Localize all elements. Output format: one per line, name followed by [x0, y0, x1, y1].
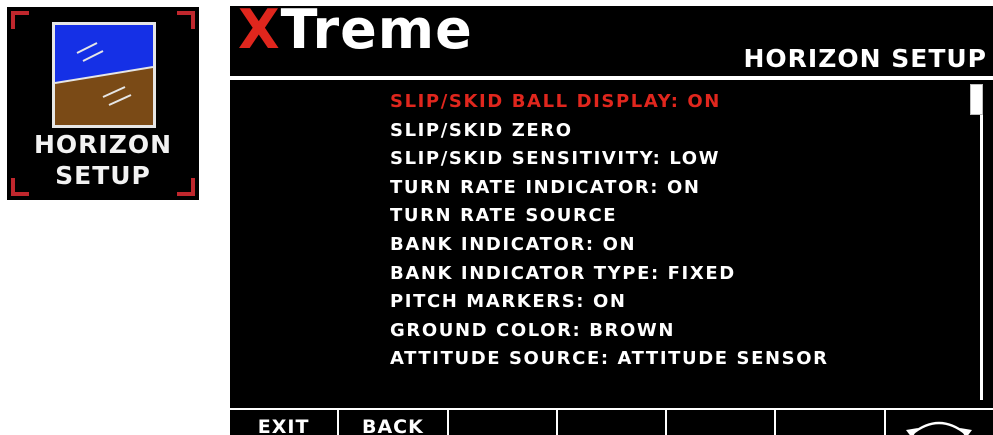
menu-item-slip-skid-zero[interactable]: SLIP/SKID ZERO	[390, 117, 829, 146]
horizon-setup-icon	[52, 22, 156, 128]
brand-logo-x: X	[238, 6, 281, 61]
softkey-6[interactable]	[774, 410, 883, 435]
horizon-setup-tile[interactable]: HORIZON SETUP	[7, 7, 199, 200]
menu-item-turn-rate-indicator[interactable]: TURN RATE INDICATOR: ON	[390, 174, 829, 203]
corner-bracket	[177, 11, 195, 29]
rotary-knob-icon	[906, 421, 973, 435]
softkey-4[interactable]	[555, 410, 665, 435]
menu-item-bank-indicator[interactable]: BANK INDICATOR: ON	[390, 231, 829, 260]
settings-menu: SLIP/SKID BALL DISPLAY: ON SLIP/SKID ZER…	[390, 88, 829, 374]
title-divider	[230, 76, 993, 80]
softkey-back[interactable]: BACK	[337, 410, 446, 435]
menu-item-turn-rate-source[interactable]: TURN RATE SOURCE	[390, 202, 829, 231]
softkey-exit[interactable]: EXIT	[230, 410, 337, 435]
menu-item-pitch-markers[interactable]: PITCH MARKERS: ON	[390, 288, 829, 317]
softkey-rotary[interactable]	[883, 410, 993, 435]
menu-item-ground-color[interactable]: GROUND COLOR: BROWN	[390, 317, 829, 346]
tile-label-line1: HORIZON	[33, 130, 173, 159]
softkey-bar: EXIT BACK	[230, 408, 993, 435]
scrollbar-track[interactable]	[980, 84, 983, 400]
menu-item-attitude-source[interactable]: ATTITUDE SOURCE: ATTITUDE SENSOR	[390, 345, 829, 374]
softkey-5[interactable]	[665, 410, 774, 435]
device-screen: XTreme HORIZON SETUP SLIP/SKID BALL DISP…	[230, 6, 993, 435]
brand-logo-rest: Treme	[280, 6, 473, 61]
menu-item-bank-indicator-type[interactable]: BANK INDICATOR TYPE: FIXED	[390, 260, 829, 289]
menu-item-slip-skid-ball-display[interactable]: SLIP/SKID BALL DISPLAY: ON	[390, 88, 829, 117]
scrollbar-thumb[interactable]	[970, 84, 983, 115]
corner-bracket	[11, 11, 29, 29]
softkey-3[interactable]	[446, 410, 556, 435]
brand-logo: XTreme	[238, 6, 473, 61]
page-title: HORIZON SETUP	[743, 44, 987, 73]
tile-label-line2: SETUP	[55, 161, 151, 190]
menu-item-slip-skid-sensitivity[interactable]: SLIP/SKID SENSITIVITY: LOW	[390, 145, 829, 174]
